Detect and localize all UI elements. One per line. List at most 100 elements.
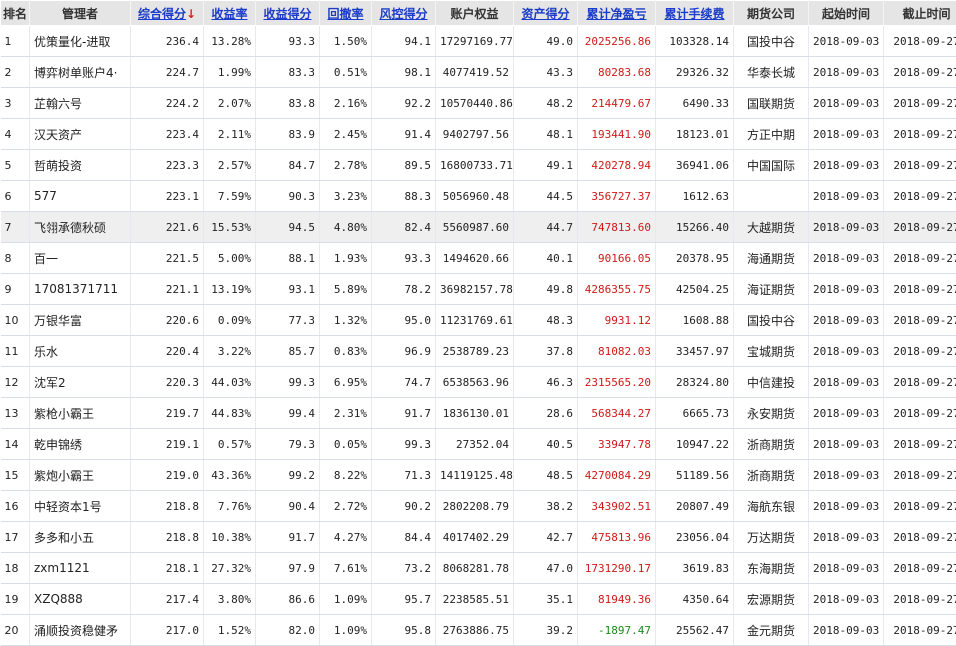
column-header-label[interactable]: 收益率 — [211, 7, 247, 21]
table-row[interactable]: 917081371711221.113.19%93.15.89%78.23698… — [1, 274, 956, 305]
cell-score: 223.1 — [131, 181, 204, 212]
cell-start: 2018-09-03 — [809, 212, 884, 243]
cell-score: 223.3 — [131, 150, 204, 181]
table-row[interactable]: 4汉天资产223.42.11%83.92.45%91.49402797.5648… — [1, 119, 956, 150]
column-header-score[interactable]: 综合得分↓ — [131, 1, 204, 26]
cell-fees: 51189.56 — [656, 460, 734, 491]
table-row[interactable]: 17多多和小五218.810.38%91.74.27%84.44017402.2… — [1, 522, 956, 553]
cell-risk-score: 99.3 — [372, 429, 436, 460]
cell-return-rate: 2.57% — [204, 150, 256, 181]
cell-fees: 29326.32 — [656, 57, 734, 88]
cell-return-score: 88.1 — [256, 243, 320, 274]
column-header-asset-score[interactable]: 资产得分 — [514, 1, 578, 26]
cell-drawdown: 2.45% — [320, 119, 372, 150]
column-header-return-score[interactable]: 收益得分 — [256, 1, 320, 26]
cell-rank: 3 — [1, 88, 30, 119]
table-row[interactable]: 8百一221.55.00%88.11.93%93.31494620.6640.1… — [1, 243, 956, 274]
cell-equity: 2238585.51 — [436, 584, 514, 615]
table-row[interactable]: 12沈军2220.344.03%99.36.95%74.76538563.964… — [1, 367, 956, 398]
table-row[interactable]: 3芷翰六号224.22.07%83.82.16%92.210570440.864… — [1, 88, 956, 119]
table-row[interactable]: 7飞翎承德秋硕221.615.53%94.54.80%82.45560987.6… — [1, 212, 956, 243]
column-header-label[interactable]: 累计手续费 — [664, 7, 724, 21]
cell-equity: 1494620.66 — [436, 243, 514, 274]
cell-fees: 18123.01 — [656, 119, 734, 150]
cell-equity: 8068281.78 — [436, 553, 514, 584]
column-header-drawdown[interactable]: 回撤率 — [320, 1, 372, 26]
cell-asset-score: 42.7 — [514, 522, 578, 553]
cell-end: 2018-09-27 — [884, 88, 956, 119]
cell-rank: 17 — [1, 522, 30, 553]
cell-return-score: 94.5 — [256, 212, 320, 243]
table-row[interactable]: 13紫枪小霸王219.744.83%99.42.31%91.71836130.0… — [1, 398, 956, 429]
column-header-label: 管理者 — [62, 7, 98, 21]
table-row[interactable]: 19XZQ888217.43.80%86.61.09%95.72238585.5… — [1, 584, 956, 615]
cell-drawdown: 4.27% — [320, 522, 372, 553]
cell-manager: 飞翎承德秋硕 — [30, 212, 131, 243]
cell-equity: 36982157.78 — [436, 274, 514, 305]
cell-end: 2018-09-27 — [884, 429, 956, 460]
cell-score: 221.6 — [131, 212, 204, 243]
table-row[interactable]: 1优策量化-进取236.413.28%93.31.50%94.117297169… — [1, 26, 956, 57]
cell-start: 2018-09-03 — [809, 460, 884, 491]
cell-manager: XZQ888 — [30, 584, 131, 615]
column-header-label[interactable]: 风控得分 — [379, 7, 427, 21]
cell-return-score: 93.1 — [256, 274, 320, 305]
column-header-label[interactable]: 累计净盈亏 — [586, 7, 646, 21]
cell-score: 218.8 — [131, 522, 204, 553]
cell-rank: 15 — [1, 460, 30, 491]
column-header-risk-score[interactable]: 风控得分 — [372, 1, 436, 26]
table-row[interactable]: 16中轻资本1号218.87.76%90.42.72%90.22802208.7… — [1, 491, 956, 522]
column-header-label[interactable]: 资产得分 — [521, 7, 569, 21]
cell-risk-score: 82.4 — [372, 212, 436, 243]
cell-broker: 宏源期货 — [734, 584, 809, 615]
cell-end: 2018-09-27 — [884, 336, 956, 367]
table-row[interactable]: 15紫炮小霸王219.043.36%99.28.22%71.314119125.… — [1, 460, 956, 491]
column-header-net-pl[interactable]: 累计净盈亏 — [578, 1, 656, 26]
table-row[interactable]: 6577223.17.59%90.33.23%88.35056960.4844.… — [1, 181, 956, 212]
cell-drawdown: 2.72% — [320, 491, 372, 522]
cell-asset-score: 48.1 — [514, 119, 578, 150]
cell-return-rate: 13.28% — [204, 26, 256, 57]
cell-net-pl: 193441.90 — [578, 119, 656, 150]
table-row[interactable]: 2博弈树单账户4·224.71.99%83.30.51%98.14077419.… — [1, 57, 956, 88]
sort-desc-arrow-icon[interactable]: ↓ — [186, 7, 196, 21]
cell-end: 2018-09-27 — [884, 460, 956, 491]
cell-fees: 3619.83 — [656, 553, 734, 584]
table-row[interactable]: 11乐水220.43.22%85.70.83%96.92538789.2337.… — [1, 336, 956, 367]
cell-equity: 14119125.48 — [436, 460, 514, 491]
cell-net-pl: 9931.12 — [578, 305, 656, 336]
table-row[interactable]: 5哲萌投资223.32.57%84.72.78%89.516800733.714… — [1, 150, 956, 181]
cell-fees: 1612.63 — [656, 181, 734, 212]
table-row[interactable]: 18zxm1121218.127.32%97.97.61%73.28068281… — [1, 553, 956, 584]
cell-return-score: 90.4 — [256, 491, 320, 522]
column-header-label[interactable]: 综合得分 — [138, 7, 186, 21]
cell-asset-score: 28.6 — [514, 398, 578, 429]
table-row[interactable]: 10万银华富220.60.09%77.31.32%95.011231769.61… — [1, 305, 956, 336]
cell-return-score: 91.7 — [256, 522, 320, 553]
cell-asset-score: 44.7 — [514, 212, 578, 243]
table-row[interactable]: 14乾申锦绣219.10.57%79.30.05%99.327352.0440.… — [1, 429, 956, 460]
cell-return-rate: 3.80% — [204, 584, 256, 615]
cell-fees: 36941.06 — [656, 150, 734, 181]
column-header-fees[interactable]: 累计手续费 — [656, 1, 734, 26]
column-header-label[interactable]: 收益得分 — [263, 7, 311, 21]
column-header-label[interactable]: 回撤率 — [327, 7, 363, 21]
cell-asset-score: 44.5 — [514, 181, 578, 212]
cell-score: 220.6 — [131, 305, 204, 336]
column-header-return-rate[interactable]: 收益率 — [204, 1, 256, 26]
cell-return-rate: 2.11% — [204, 119, 256, 150]
cell-rank: 6 — [1, 181, 30, 212]
cell-broker: 万达期货 — [734, 522, 809, 553]
cell-manager: 577 — [30, 181, 131, 212]
cell-rank: 8 — [1, 243, 30, 274]
cell-drawdown: 3.23% — [320, 181, 372, 212]
cell-risk-score: 96.9 — [372, 336, 436, 367]
cell-net-pl: 747813.60 — [578, 212, 656, 243]
cell-return-rate: 27.32% — [204, 553, 256, 584]
cell-broker: 国投中谷 — [734, 305, 809, 336]
column-header-rank: 排名 — [1, 1, 30, 26]
cell-risk-score: 92.2 — [372, 88, 436, 119]
cell-manager: 多多和小五 — [30, 522, 131, 553]
cell-fees: 6665.73 — [656, 398, 734, 429]
cell-return-rate: 2.07% — [204, 88, 256, 119]
